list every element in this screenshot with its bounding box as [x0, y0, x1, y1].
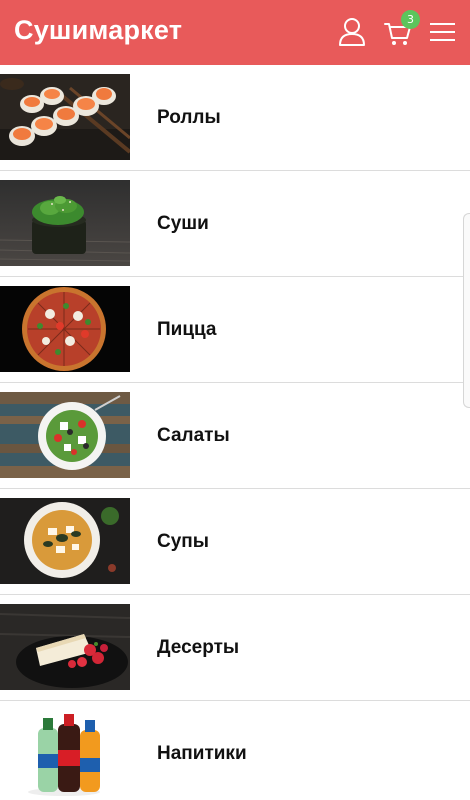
dessert-photo	[0, 604, 130, 690]
user-icon[interactable]	[337, 16, 367, 48]
category-label: Суши	[157, 213, 209, 234]
category-list: Роллы Суши Пицца Салаты Супы Десерты Нап…	[0, 65, 470, 800]
category-item-salad[interactable]: Салаты	[0, 383, 470, 489]
category-item-pizza[interactable]: Пицца	[0, 277, 470, 383]
category-label: Супы	[157, 531, 209, 552]
category-item-dessert[interactable]: Десерты	[0, 595, 470, 701]
category-item-sushi[interactable]: Суши	[0, 171, 470, 277]
category-label: Десерты	[157, 637, 240, 658]
category-label: Роллы	[157, 107, 221, 128]
category-label: Салаты	[157, 425, 230, 446]
pizza-photo	[0, 286, 130, 372]
category-item-soup[interactable]: Супы	[0, 489, 470, 595]
category-label: Пицца	[157, 319, 217, 340]
app-title[interactable]: Сушимаркет	[14, 15, 182, 46]
rolls-photo	[0, 74, 130, 160]
drinks-photo	[0, 710, 130, 796]
category-item-rolls[interactable]: Роллы	[0, 65, 470, 171]
cart-count-badge: 3	[401, 10, 420, 29]
app-header: Сушимаркет 3	[0, 0, 470, 65]
category-item-drinks[interactable]: Напитики	[0, 701, 470, 800]
sushi-photo	[0, 180, 130, 266]
edge-panel-handle[interactable]	[463, 213, 470, 408]
menu-icon[interactable]	[428, 16, 458, 48]
category-label: Напитики	[157, 743, 247, 764]
soup-photo	[0, 498, 130, 584]
salad-photo	[0, 392, 130, 478]
